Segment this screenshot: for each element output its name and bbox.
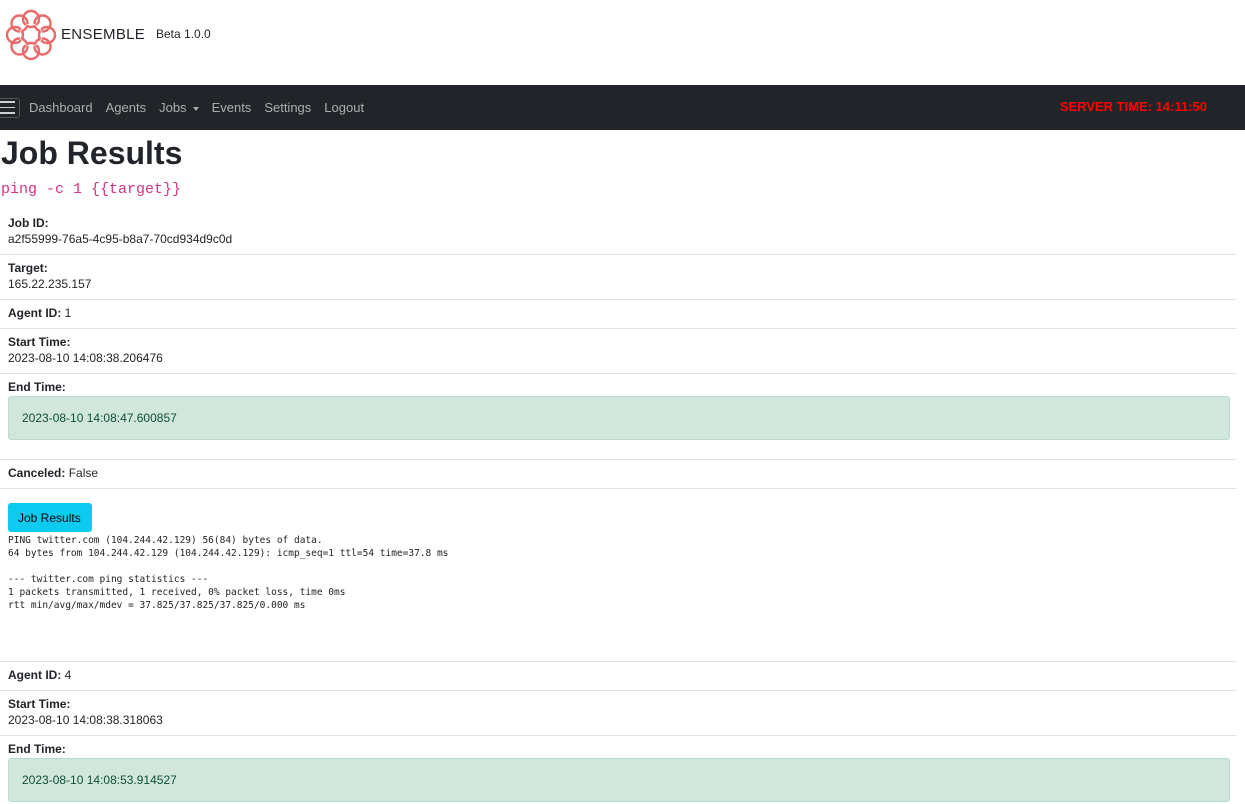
knot-logo-icon[interactable]	[5, 9, 57, 61]
agent-id-row: Agent ID: 4	[0, 662, 1236, 691]
canceled-row: Canceled: False	[0, 460, 1236, 489]
job-id-label: Job ID:	[8, 216, 49, 230]
brand-name[interactable]: ENSEMBLE	[61, 26, 145, 43]
app-version: Beta 1.0.0	[156, 27, 211, 41]
start-time-row: Start Time: 2023-08-10 14:08:38.206476	[0, 329, 1236, 374]
nav-events[interactable]: Events	[212, 100, 252, 115]
main-content: Job Results ping -c 1 {{target}} Job ID:…	[0, 133, 1245, 804]
agent-id-label: Agent ID:	[8, 306, 62, 320]
target-value: 165.22.235.157	[8, 277, 92, 291]
start-time-label: Start Time:	[8, 697, 71, 711]
brand-header: ENSEMBLE Beta 1.0.0	[0, 0, 1245, 85]
target-row: Target: 165.22.235.157	[0, 255, 1236, 300]
caret-down-icon	[192, 106, 199, 111]
job-id-row: Job ID: a2f55999-76a5-4c95-b8a7-70cd934d…	[0, 210, 1236, 255]
nav-settings[interactable]: Settings	[264, 100, 311, 115]
nav-dashboard[interactable]: Dashboard	[29, 100, 93, 115]
end-time-alert: 2023-08-10 14:08:53.914527	[8, 758, 1230, 802]
end-time-row: End Time: 2023-08-10 14:08:47.600857	[0, 374, 1236, 460]
job-command: ping -c 1 {{target}}	[1, 181, 182, 198]
nav-jobs-dropdown[interactable]: Jobs	[159, 100, 199, 115]
start-time-row: Start Time: 2023-08-10 14:08:38.318063	[0, 691, 1236, 736]
agent-id-label: Agent ID:	[8, 668, 62, 682]
nav-jobs-label: Jobs	[159, 100, 187, 115]
end-time-alert: 2023-08-10 14:08:47.600857	[8, 396, 1230, 440]
end-time-value: 2023-08-10 14:08:47.600857	[22, 411, 177, 425]
page-title: Job Results	[1, 135, 183, 171]
canceled-label: Canceled:	[8, 466, 66, 480]
job-output-row: Job Results PING twitter.com (104.244.42…	[0, 489, 1236, 662]
target-label: Target:	[8, 261, 48, 275]
agent-id-value: 1	[64, 306, 72, 320]
start-time-value: 2023-08-10 14:08:38.206476	[8, 351, 163, 365]
start-time-label: Start Time:	[8, 335, 71, 349]
agent-id-value: 4	[64, 668, 72, 682]
agent-id-row: Agent ID: 1	[0, 300, 1236, 329]
server-time: SERVER TIME: 14:11:50	[1059, 99, 1207, 114]
end-time-row: End Time: 2023-08-10 14:08:53.914527	[0, 736, 1236, 804]
end-time-value: 2023-08-10 14:08:53.914527	[22, 773, 177, 787]
job-output: PING twitter.com (104.244.42.129) 56(84)…	[8, 535, 449, 611]
end-time-label: End Time:	[8, 742, 66, 756]
nav-agents[interactable]: Agents	[106, 100, 146, 115]
end-time-label: End Time:	[8, 380, 66, 394]
hamburger-icon[interactable]	[0, 97, 20, 118]
top-navbar: Dashboard Agents Jobs Events Settings Lo…	[0, 85, 1245, 130]
start-time-value: 2023-08-10 14:08:38.318063	[8, 713, 163, 727]
job-id-value: a2f55999-76a5-4c95-b8a7-70cd934d9c0d	[8, 232, 233, 246]
nav-logout[interactable]: Logout	[324, 100, 364, 115]
canceled-value: False	[68, 466, 99, 480]
job-detail-list: Job ID: a2f55999-76a5-4c95-b8a7-70cd934d…	[0, 210, 1236, 804]
job-results-button[interactable]: Job Results	[8, 503, 92, 532]
